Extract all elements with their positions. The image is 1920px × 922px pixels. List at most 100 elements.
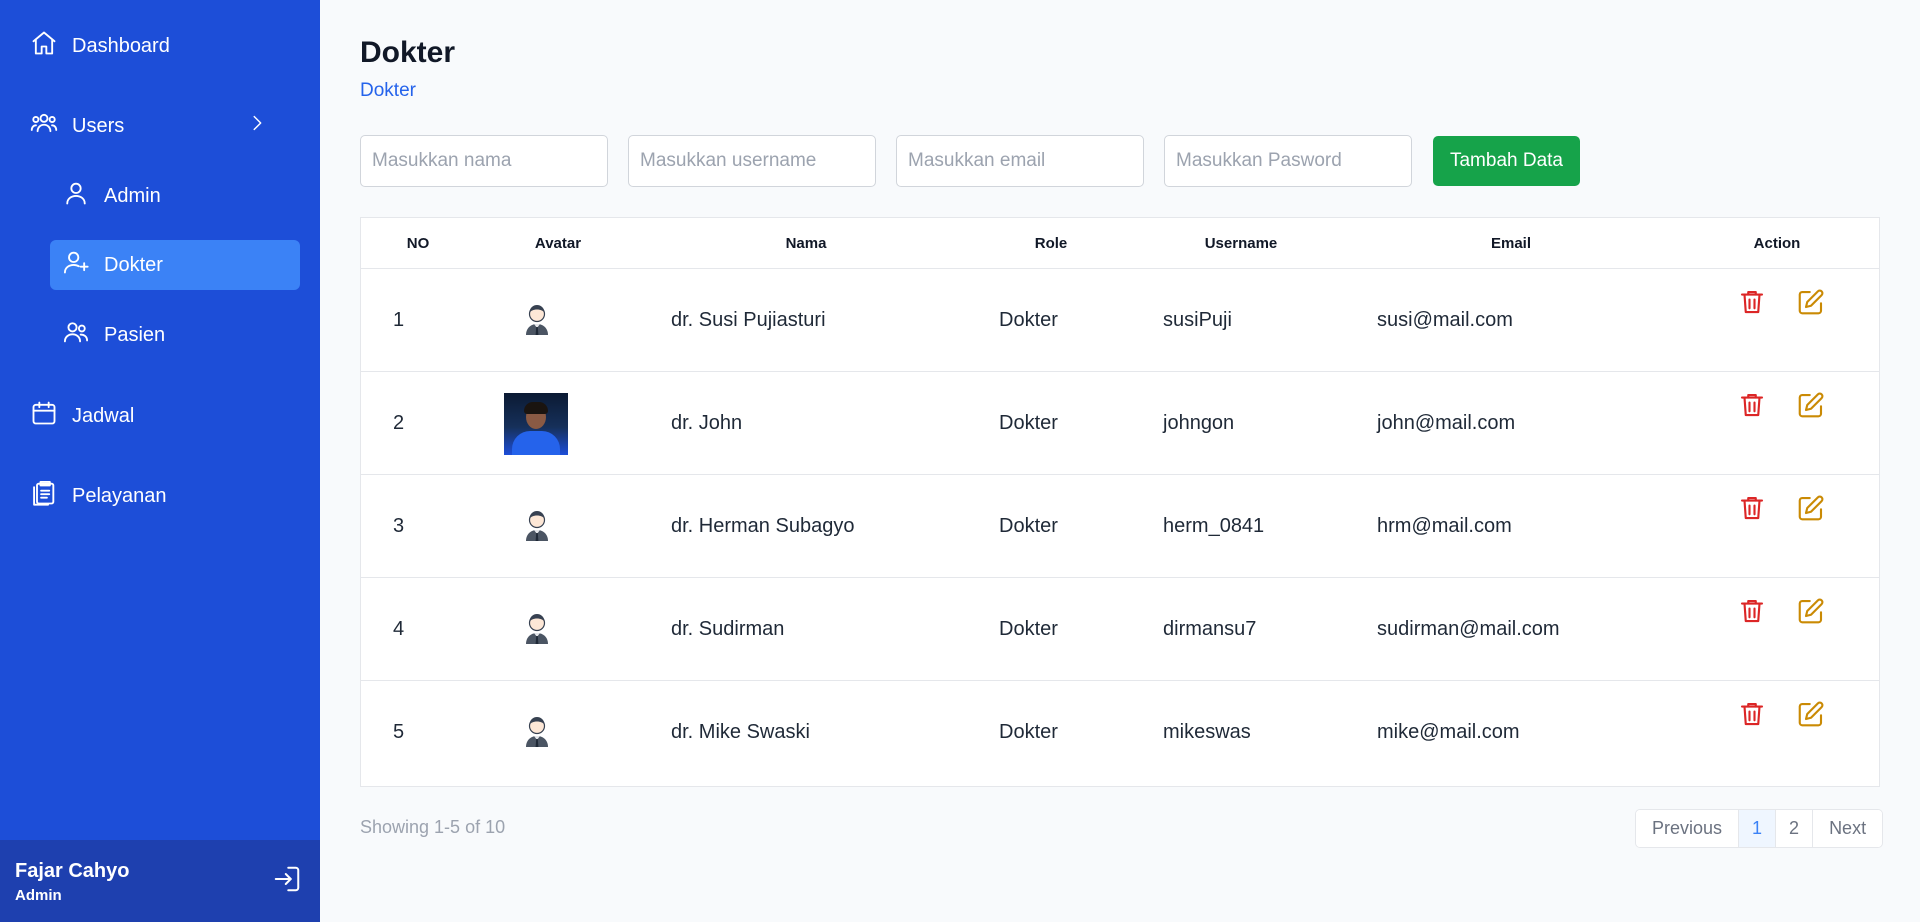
- row-number: 4: [393, 618, 405, 640]
- column-header-email: Email: [1490, 235, 1532, 252]
- user-role: Admin: [15, 887, 62, 904]
- sidebar-item-dashboard[interactable]: Dashboard: [30, 21, 300, 71]
- doctor-table: NO Avatar Nama Role Username Email Actio…: [360, 217, 1880, 787]
- page-1-button[interactable]: 1: [1739, 810, 1777, 847]
- doctor-username: mikeswas: [1163, 721, 1251, 743]
- user-icon: [62, 179, 90, 213]
- user-panel: Fajar Cahyo Admin: [0, 840, 320, 922]
- sidebar-item-jadwal[interactable]: Jadwal: [30, 391, 300, 441]
- default-avatar-icon: [519, 506, 555, 547]
- column-header-username: Username: [1204, 235, 1278, 252]
- edit-icon[interactable]: [1796, 287, 1826, 322]
- clipboard-icon: [30, 479, 58, 513]
- next-page-button[interactable]: Next: [1813, 810, 1883, 847]
- doctor-name: dr. Sudirman: [671, 618, 785, 640]
- edit-icon[interactable]: [1796, 390, 1826, 425]
- avatar: [519, 578, 555, 681]
- avatar: [519, 681, 555, 784]
- row-number: 2: [393, 412, 405, 434]
- pagination: Previous 1 2 Next: [1635, 809, 1884, 848]
- page-title: Dokter: [360, 36, 456, 69]
- edit-icon[interactable]: [1796, 699, 1826, 734]
- table-header: NO Avatar Nama Role Username Email Actio…: [361, 218, 1879, 269]
- doctor-role: Dokter: [999, 412, 1058, 434]
- table-row: 3 dr. Herman Subagyo Dokter herm_0841 hr…: [361, 475, 1879, 578]
- page-2-button[interactable]: 2: [1776, 810, 1814, 847]
- row-number: 1: [393, 309, 405, 331]
- logout-icon[interactable]: [272, 864, 302, 899]
- doctor-username: susiPuji: [1163, 309, 1232, 331]
- calendar-icon: [30, 399, 58, 433]
- doctor-username: herm_0841: [1163, 515, 1265, 537]
- row-number: 5: [393, 721, 405, 743]
- sidebar-item-label: Users: [72, 114, 125, 137]
- chevron-right-icon: [246, 112, 268, 140]
- sidebar-item-admin[interactable]: Admin: [50, 171, 300, 221]
- trash-icon[interactable]: [1737, 287, 1767, 322]
- doctor-role: Dokter: [999, 515, 1058, 537]
- doctor-email: susi@mail.com: [1377, 309, 1513, 331]
- doctor-role: Dokter: [999, 618, 1058, 640]
- doctor-role: Dokter: [999, 309, 1058, 331]
- breadcrumb[interactable]: Dokter: [360, 80, 416, 102]
- doctor-name: dr. John: [671, 412, 743, 434]
- user-name: Fajar Cahyo: [15, 860, 130, 882]
- pagination-summary: Showing 1-5 of 10: [360, 817, 506, 837]
- users-icon: [62, 318, 90, 352]
- sidebar-item-pasien[interactable]: Pasien: [50, 310, 300, 360]
- trash-icon[interactable]: [1737, 390, 1767, 425]
- sidebar-item-label: Dokter: [104, 253, 163, 276]
- sidebar: Dashboard Users Admin Dokter Pasien Jadw…: [0, 0, 320, 922]
- users-icon: [30, 109, 58, 143]
- column-header-no: NO: [406, 235, 430, 252]
- home-icon: [30, 29, 58, 63]
- avatar: [504, 372, 568, 475]
- sidebar-item-label: Pasien: [104, 323, 166, 346]
- row-number: 3: [393, 515, 405, 537]
- doctor-role: Dokter: [999, 721, 1058, 743]
- name-input[interactable]: [360, 135, 608, 187]
- avatar: [519, 269, 555, 372]
- doctor-name: dr. Herman Subagyo: [671, 515, 855, 537]
- table-row: 2 dr. John Dokter johngon john@mail.com: [361, 372, 1879, 475]
- email-input[interactable]: [896, 135, 1144, 187]
- default-avatar-icon: [519, 712, 555, 753]
- doctor-name: dr. Susi Pujiasturi: [671, 309, 826, 331]
- doctor-email: john@mail.com: [1377, 412, 1516, 434]
- table-row: 4 dr. Sudirman Dokter dirmansu7 sudirman…: [361, 578, 1879, 681]
- username-input[interactable]: [628, 135, 876, 187]
- sidebar-item-label: Jadwal: [72, 404, 135, 427]
- trash-icon[interactable]: [1737, 493, 1767, 528]
- add-doctor-form: Tambah Data: [360, 135, 1880, 187]
- sidebar-item-label: Pelayanan: [72, 484, 167, 507]
- edit-icon[interactable]: [1796, 493, 1826, 528]
- avatar: [519, 475, 555, 578]
- doctor-name: dr. Mike Swaski: [671, 721, 810, 743]
- avatar-photo: [504, 392, 568, 455]
- trash-icon[interactable]: [1737, 596, 1767, 631]
- sidebar-item-label: Admin: [104, 184, 161, 207]
- doctor-email: hrm@mail.com: [1377, 515, 1512, 537]
- column-header-avatar: Avatar: [534, 235, 582, 252]
- edit-icon[interactable]: [1796, 596, 1826, 631]
- sidebar-item-dokter[interactable]: Dokter: [50, 240, 300, 290]
- doctor-username: johngon: [1163, 412, 1235, 434]
- password-input[interactable]: [1164, 135, 1412, 187]
- trash-icon[interactable]: [1737, 699, 1767, 734]
- add-data-button[interactable]: Tambah Data: [1433, 136, 1580, 186]
- column-header-nama: Nama: [785, 235, 827, 252]
- column-header-role: Role: [1034, 235, 1068, 252]
- table-row: 5 dr. Mike Swaski Dokter mikeswas mike@m…: [361, 681, 1879, 784]
- sidebar-item-users[interactable]: Users: [30, 101, 300, 151]
- user-plus-icon: [62, 248, 90, 282]
- sidebar-item-label: Dashboard: [72, 34, 170, 57]
- previous-page-button[interactable]: Previous: [1636, 810, 1740, 847]
- column-header-action: Action: [1753, 235, 1801, 252]
- table-row: 1 dr. Susi Pujiasturi Dokter susiPuji su…: [361, 269, 1879, 372]
- sidebar-item-pelayanan[interactable]: Pelayanan: [30, 471, 300, 521]
- doctor-email: sudirman@mail.com: [1377, 618, 1560, 640]
- default-avatar-icon: [519, 300, 555, 341]
- doctor-username: dirmansu7: [1163, 618, 1257, 640]
- default-avatar-icon: [519, 609, 555, 650]
- doctor-email: mike@mail.com: [1377, 721, 1520, 743]
